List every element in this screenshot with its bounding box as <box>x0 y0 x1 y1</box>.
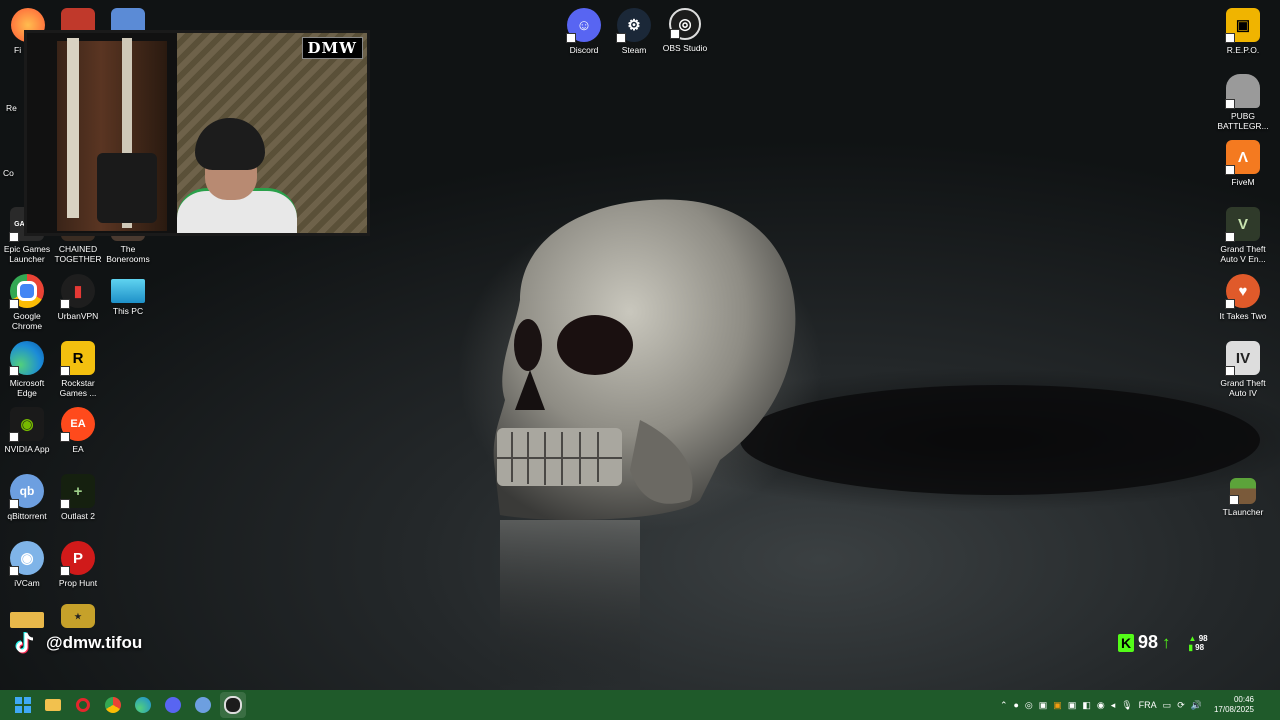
edge-icon <box>135 697 151 713</box>
desktop-icon-ivcam[interactable]: ◉ iVCam <box>0 541 55 588</box>
webcam-hair <box>195 118 265 170</box>
desktop-icon-folder[interactable] <box>0 608 55 628</box>
taskbar-discord[interactable] <box>160 692 186 718</box>
desktop-icon-ittakestwo[interactable]: ♥ It Takes Two <box>1215 274 1271 321</box>
tiktok-overlay: @dmw.tifou <box>12 630 142 656</box>
tray-app-icon[interactable]: ▣ <box>1068 700 1077 711</box>
desktop-icon-prophunt[interactable]: P Prop Hunt <box>50 541 106 588</box>
edge-icon <box>9 341 44 376</box>
folder-icon <box>45 699 61 711</box>
desktop-icon-nvidia[interactable]: ◉ NVIDIA App <box>0 407 55 454</box>
arrow-up-icon: ↑ <box>1162 632 1171 652</box>
webcam-chair <box>97 153 157 223</box>
sync-icon[interactable]: ⟳ <box>1177 700 1185 711</box>
tray-app-icon[interactable]: ◉ <box>1097 700 1105 711</box>
prophunt-icon: P <box>60 541 95 576</box>
desktop-icon-pubg[interactable]: PUBG BATTLEGR... <box>1215 74 1271 131</box>
tray-app-icon[interactable]: ● <box>1013 700 1018 710</box>
webcam-overlay: DMW <box>24 30 370 236</box>
opera-icon <box>76 698 90 712</box>
nvidia-icon: ◉ <box>9 407 44 442</box>
desktop-icon-thispc[interactable]: This PC <box>100 274 156 316</box>
kick-viewer-count: 98 <box>1138 632 1159 652</box>
taskbar-obs[interactable] <box>220 692 246 718</box>
taskbar-qbittorrent[interactable] <box>190 692 216 718</box>
desktop-icon-outlast[interactable]: + Outlast 2 <box>50 474 106 521</box>
discord-icon <box>165 697 181 713</box>
kick-viewer-overlay: K 98 ↑ ▲ 98 ▮ 98 <box>1118 632 1208 653</box>
taskbar-edge[interactable] <box>130 692 156 718</box>
repo-icon: ▣ <box>1225 8 1260 43</box>
this-pc-icon <box>111 279 145 303</box>
desktop-icon-tlauncher[interactable]: TLauncher <box>1215 474 1271 517</box>
tray-app-icon[interactable]: ▣ <box>1039 700 1048 711</box>
taskbar: ⌃ ● ◎ ▣ ▣ ▣ ◧ ◉ ◂ 🎙 FRA ▭ ⟳ 🔊 00:46 17/0… <box>0 690 1280 720</box>
game-yellow-icon: ★ <box>61 604 95 628</box>
desktop-icon-steam[interactable]: ⚙ Steam <box>606 8 662 55</box>
tray-app-icon[interactable]: ▣ <box>1053 700 1062 711</box>
chevron-up-icon[interactable]: ⌃ <box>1000 700 1008 711</box>
webcam-person <box>177 118 297 233</box>
tray-app-icon[interactable]: ◂ <box>1111 700 1116 711</box>
gta4-icon: IV <box>1225 341 1260 376</box>
taskbar-clock[interactable]: 00:46 17/08/2025 <box>1214 695 1254 715</box>
urbanvpn-icon: ▮ <box>60 274 95 309</box>
desktop-icon-urbanvpn[interactable]: ▮ UrbanVPN <box>50 274 106 321</box>
desktop-icon-edge[interactable]: Microsoft Edge <box>0 341 55 398</box>
qbittorrent-icon <box>195 697 211 713</box>
ivcam-icon: ◉ <box>9 541 44 576</box>
desktop-icon-ea[interactable]: EA EA <box>50 407 106 454</box>
rockstar-icon: R <box>60 341 95 376</box>
steam-icon: ⚙ <box>616 8 651 43</box>
tray-app-icon[interactable]: ◧ <box>1082 700 1091 711</box>
speaker-icon[interactable]: 🔊 <box>1191 700 1202 711</box>
tray-obs-icon[interactable]: ◎ <box>1025 700 1033 711</box>
system-tray: ⌃ ● ◎ ▣ ▣ ▣ ◧ ◉ ◂ 🎙 FRA ▭ ⟳ 🔊 00:46 17/0… <box>1000 690 1280 720</box>
desktop-icon-chrome[interactable]: Google Chrome <box>0 274 55 331</box>
windows-icon <box>15 697 31 713</box>
tiktok-handle: @dmw.tifou <box>46 633 143 652</box>
network-icon[interactable]: ▭ <box>1163 700 1172 711</box>
taskbar-file-explorer[interactable] <box>40 692 66 718</box>
desktop-icon-discord[interactable]: ☺ Discord <box>556 8 612 55</box>
desktop-icon-qbittorrent[interactable]: qb qBittorrent <box>0 474 55 521</box>
webcam-doorframe <box>67 38 79 218</box>
fivem-icon: Λ <box>1225 140 1260 175</box>
desktop-icon-repo[interactable]: ▣ R.E.P.O. <box>1215 8 1271 55</box>
obs-icon: ◎ <box>669 8 701 40</box>
chrome-icon <box>9 274 44 309</box>
kick-small-stats: ▲ 98 ▮ 98 <box>1188 633 1208 652</box>
discord-icon: ☺ <box>566 8 601 43</box>
taskbar-opera[interactable] <box>70 692 96 718</box>
start-button[interactable] <box>10 692 36 718</box>
language-indicator[interactable]: FRA <box>1139 700 1157 710</box>
tlauncher-icon <box>1229 478 1256 505</box>
desktop-icon-game-yellow[interactable]: ★ <box>50 604 106 628</box>
desktop-icon-rockstar[interactable]: R Rockstar Games ... <box>50 341 106 398</box>
clock-date: 17/08/2025 <box>1213 705 1254 714</box>
kick-small-top: 98 <box>1198 633 1208 643</box>
ittakestwo-icon: ♥ <box>1225 274 1260 309</box>
qbittorrent-icon: qb <box>9 474 44 509</box>
desktop-icon-obs[interactable]: ◎ OBS Studio <box>657 8 713 53</box>
tiktok-icon <box>15 632 34 654</box>
pubg-icon <box>1225 74 1260 109</box>
gta5-icon: V <box>1225 207 1260 242</box>
kick-icon: K <box>1118 633 1134 652</box>
taskbar-chrome[interactable] <box>100 692 126 718</box>
outlast-icon: + <box>60 474 95 509</box>
microphone-icon[interactable]: 🎙 <box>1121 700 1132 711</box>
obs-icon <box>224 696 242 714</box>
clock-time: 00:46 <box>1233 695 1254 704</box>
ea-icon: EA <box>60 407 95 442</box>
desktop-icon-gta4[interactable]: IV Grand Theft Auto IV <box>1215 341 1271 398</box>
kick-small-bottom: 98 <box>1195 642 1205 652</box>
folder-icon <box>10 612 44 628</box>
desktop-icon-gta5[interactable]: V Grand Theft Auto V En... <box>1215 207 1271 264</box>
desktop-icon-fivem[interactable]: Λ FiveM <box>1215 140 1271 187</box>
chrome-icon <box>105 697 121 713</box>
stream-watermark: DMW <box>301 37 363 59</box>
